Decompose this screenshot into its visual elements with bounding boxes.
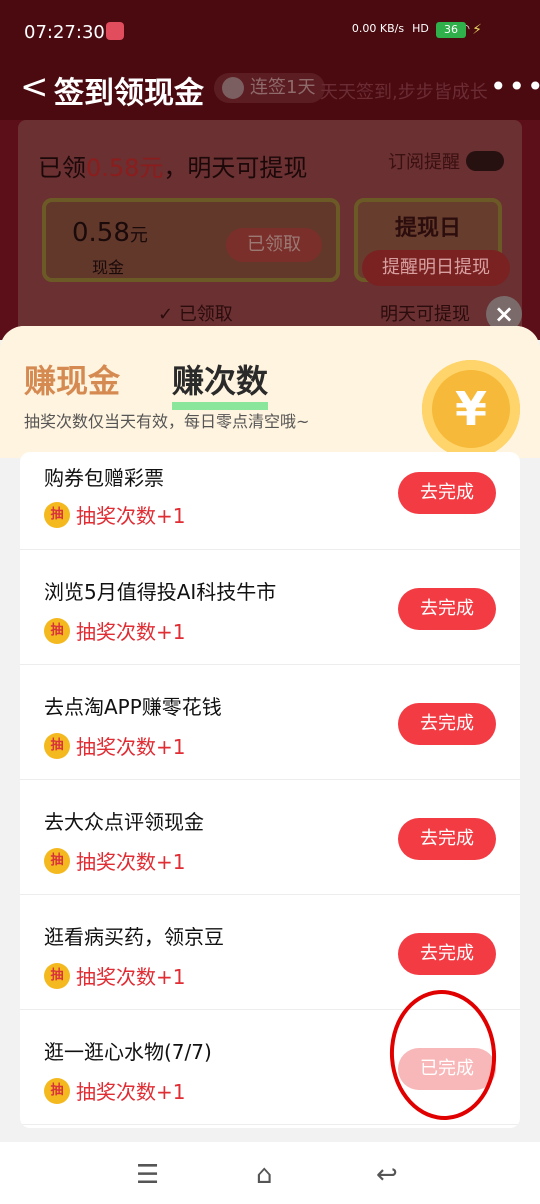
back-button[interactable]: <: [20, 70, 49, 104]
task-name: 逛看病买药，领京豆: [44, 925, 224, 949]
streak-text: 连签1天: [250, 77, 316, 98]
lottery-badge-icon: 抽: [44, 962, 70, 989]
tomorrow-status: 明天可提现: [380, 304, 470, 325]
cash-suffix: ，明天可提现: [163, 154, 308, 182]
claimed-button[interactable]: 已领取: [226, 228, 322, 262]
claimed-status: ✓ 已领取: [158, 300, 233, 326]
battery-icon: 36: [436, 22, 466, 38]
task-reward: 抽抽奖次数+1: [44, 846, 185, 875]
cash-label: 现金: [92, 258, 125, 277]
subscribe-reminder[interactable]: 订阅提醒: [388, 148, 504, 174]
cash-box: 0.58元 现金 已领取: [42, 198, 340, 282]
menu-icon[interactable]: ☰: [136, 1160, 159, 1190]
task-reward: 抽抽奖次数+1: [44, 500, 185, 529]
cash-amount: 0.58元: [86, 154, 164, 182]
withdraw-day-title: 提现日: [394, 216, 461, 241]
network-speed: 0.00 KB/s: [351, 22, 405, 35]
go-complete-button[interactable]: 去完成: [398, 703, 496, 745]
tab-earn-cash[interactable]: 赚现金: [24, 356, 120, 402]
remind-button[interactable]: 提醒明日提现: [362, 250, 510, 286]
streak-icon: [222, 77, 244, 99]
sheet-header: 赚现金 赚次数 抽奖次数仅当天有效，每日零点清空哦~ ¥: [0, 326, 540, 458]
cash-summary: 已领0.58元，明天可提现: [38, 148, 307, 183]
page-title: 签到领现金: [54, 76, 204, 111]
task-reward-text: 抽奖次数+1: [76, 1080, 186, 1104]
task-name: 逛一逛心水物(7/7): [44, 1040, 212, 1064]
list-item: 去点淘APP赚零花钱 抽抽奖次数+1 去完成: [20, 665, 520, 780]
go-complete-button[interactable]: 去完成: [398, 588, 496, 630]
system-nav-bar: ☰ ⌂ ↩: [0, 1142, 540, 1204]
task-reward-text: 抽奖次数+1: [76, 620, 186, 644]
claimed-status-text: 已领取: [178, 304, 233, 325]
withdraw-day-box: 提现日 提醒明日提现: [354, 198, 510, 286]
status-bar: 07:27:30 0.00 KB/s HD 4G ◠ 36 ⚡: [0, 0, 540, 60]
cash-prefix: 已领: [38, 154, 86, 182]
list-item: 购券包赠彩票 抽抽奖次数+1 去完成: [20, 452, 520, 550]
cash-card: 已领0.58元，明天可提现 订阅提醒 0.58元 现金 已领取 提现日 提醒明日…: [18, 120, 522, 340]
task-name: 浏览5月值得投AI科技牛市: [44, 580, 277, 604]
check-icon: ✓: [158, 304, 179, 325]
task-reward-text: 抽奖次数+1: [76, 504, 186, 528]
cash-value-unit: 元: [129, 225, 148, 246]
task-name: 购券包赠彩票: [44, 466, 164, 490]
go-complete-button[interactable]: 去完成: [398, 933, 496, 975]
charging-icon: ⚡: [472, 22, 482, 38]
cash-value: 0.58元: [72, 218, 148, 248]
task-reward: 抽抽奖次数+1: [44, 1076, 185, 1105]
app-root: 07:27:30 0.00 KB/s HD 4G ◠ 36 ⚡ < 签到领现金 …: [0, 0, 540, 1204]
lottery-badge-icon: 抽: [44, 617, 70, 644]
subscribe-label: 订阅提醒: [388, 152, 460, 173]
sheet-hint: 抽奖次数仅当天有效，每日零点清空哦~: [24, 412, 310, 431]
task-reward-text: 抽奖次数+1: [76, 735, 186, 759]
status-time: 07:27:30: [24, 22, 105, 43]
task-reward: 抽抽奖次数+1: [44, 731, 185, 760]
tab-earn-times[interactable]: 赚次数: [172, 356, 269, 410]
task-reward: 抽抽奖次数+1: [44, 616, 185, 645]
home-icon[interactable]: ⌂: [256, 1160, 273, 1190]
lottery-badge-icon: 抽: [44, 847, 70, 874]
back-icon[interactable]: ↩: [376, 1160, 398, 1190]
yen-coin-icon: ¥: [422, 360, 520, 458]
task-reward: 抽抽奖次数+1: [44, 961, 185, 990]
go-complete-button[interactable]: 去完成: [398, 472, 496, 514]
hd-icon: HD: [412, 22, 429, 35]
header-slogan: 天天签到,步步皆成长: [320, 82, 488, 103]
more-icon[interactable]: •••: [490, 70, 540, 103]
streak-badge: 连签1天: [214, 73, 326, 103]
notification-icon: [106, 22, 124, 40]
task-reward-text: 抽奖次数+1: [76, 850, 186, 874]
task-name: 去点淘APP赚零花钱: [44, 695, 222, 719]
lottery-badge-icon: 抽: [44, 501, 70, 528]
lottery-badge-icon: 抽: [44, 732, 70, 759]
task-reward-text: 抽奖次数+1: [76, 965, 186, 989]
list-item: 浏览5月值得投AI科技牛市 抽抽奖次数+1 去完成: [20, 550, 520, 665]
subscribe-toggle[interactable]: [466, 151, 504, 171]
go-complete-button[interactable]: 去完成: [398, 818, 496, 860]
cash-value-number: 0.58: [72, 218, 130, 248]
task-name: 去大众点评领现金: [44, 810, 204, 834]
list-item: 去大众点评领现金 抽抽奖次数+1 去完成: [20, 780, 520, 895]
lottery-badge-icon: 抽: [44, 1077, 70, 1104]
page-header: < 签到领现金 连签1天 天天签到,步步皆成长 •••: [0, 60, 540, 120]
